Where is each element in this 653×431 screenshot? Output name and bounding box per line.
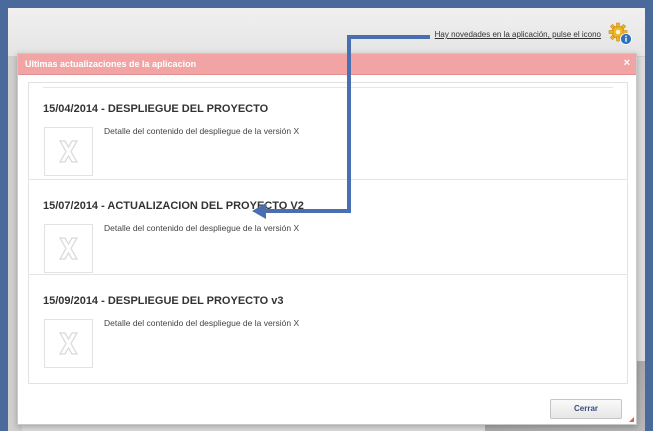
entry-description: Detalle del contenido del despliegue de … bbox=[104, 318, 300, 328]
close-icon[interactable]: × bbox=[624, 57, 630, 69]
placeholder-x-icon bbox=[44, 127, 93, 176]
entry-title: 15/07/2014 - ACTUALIZACION DEL PROYECTO … bbox=[43, 200, 304, 212]
notice-link[interactable]: Hay novedades en la aplicación, pulse el… bbox=[435, 30, 601, 39]
resize-handle[interactable] bbox=[629, 417, 634, 422]
updates-list[interactable]: 15/04/2014 - DESPLIEGUE DEL PROYECTO Det… bbox=[28, 82, 628, 384]
dialog-header: Ultimas actualizaciones de la aplicacion… bbox=[18, 54, 636, 75]
updates-dialog: Ultimas actualizaciones de la aplicacion… bbox=[17, 53, 637, 425]
close-button[interactable]: Cerrar bbox=[550, 399, 622, 419]
update-entry: 15/09/2014 - DESPLIEGUE DEL PROYECTO v3 … bbox=[29, 274, 627, 369]
app-top-bar: Hay novedades en la aplicación, pulse el… bbox=[8, 8, 645, 57]
entry-description: Detalle del contenido del despliegue de … bbox=[104, 126, 300, 136]
placeholder-x-icon bbox=[44, 224, 93, 273]
update-entry: 15/07/2014 - ACTUALIZACION DEL PROYECTO … bbox=[29, 179, 627, 274]
gear-info-icon[interactable] bbox=[607, 20, 633, 46]
entry-title: 15/04/2014 - DESPLIEGUE DEL PROYECTO bbox=[43, 103, 269, 115]
update-entry: 15/04/2014 - DESPLIEGUE DEL PROYECTO Det… bbox=[29, 83, 627, 179]
dialog-title: Ultimas actualizaciones de la aplicacion bbox=[25, 59, 197, 69]
placeholder-x-icon bbox=[44, 319, 93, 368]
entry-description: Detalle del contenido del despliegue de … bbox=[104, 223, 300, 233]
entry-title: 15/09/2014 - DESPLIEGUE DEL PROYECTO v3 bbox=[43, 295, 284, 307]
